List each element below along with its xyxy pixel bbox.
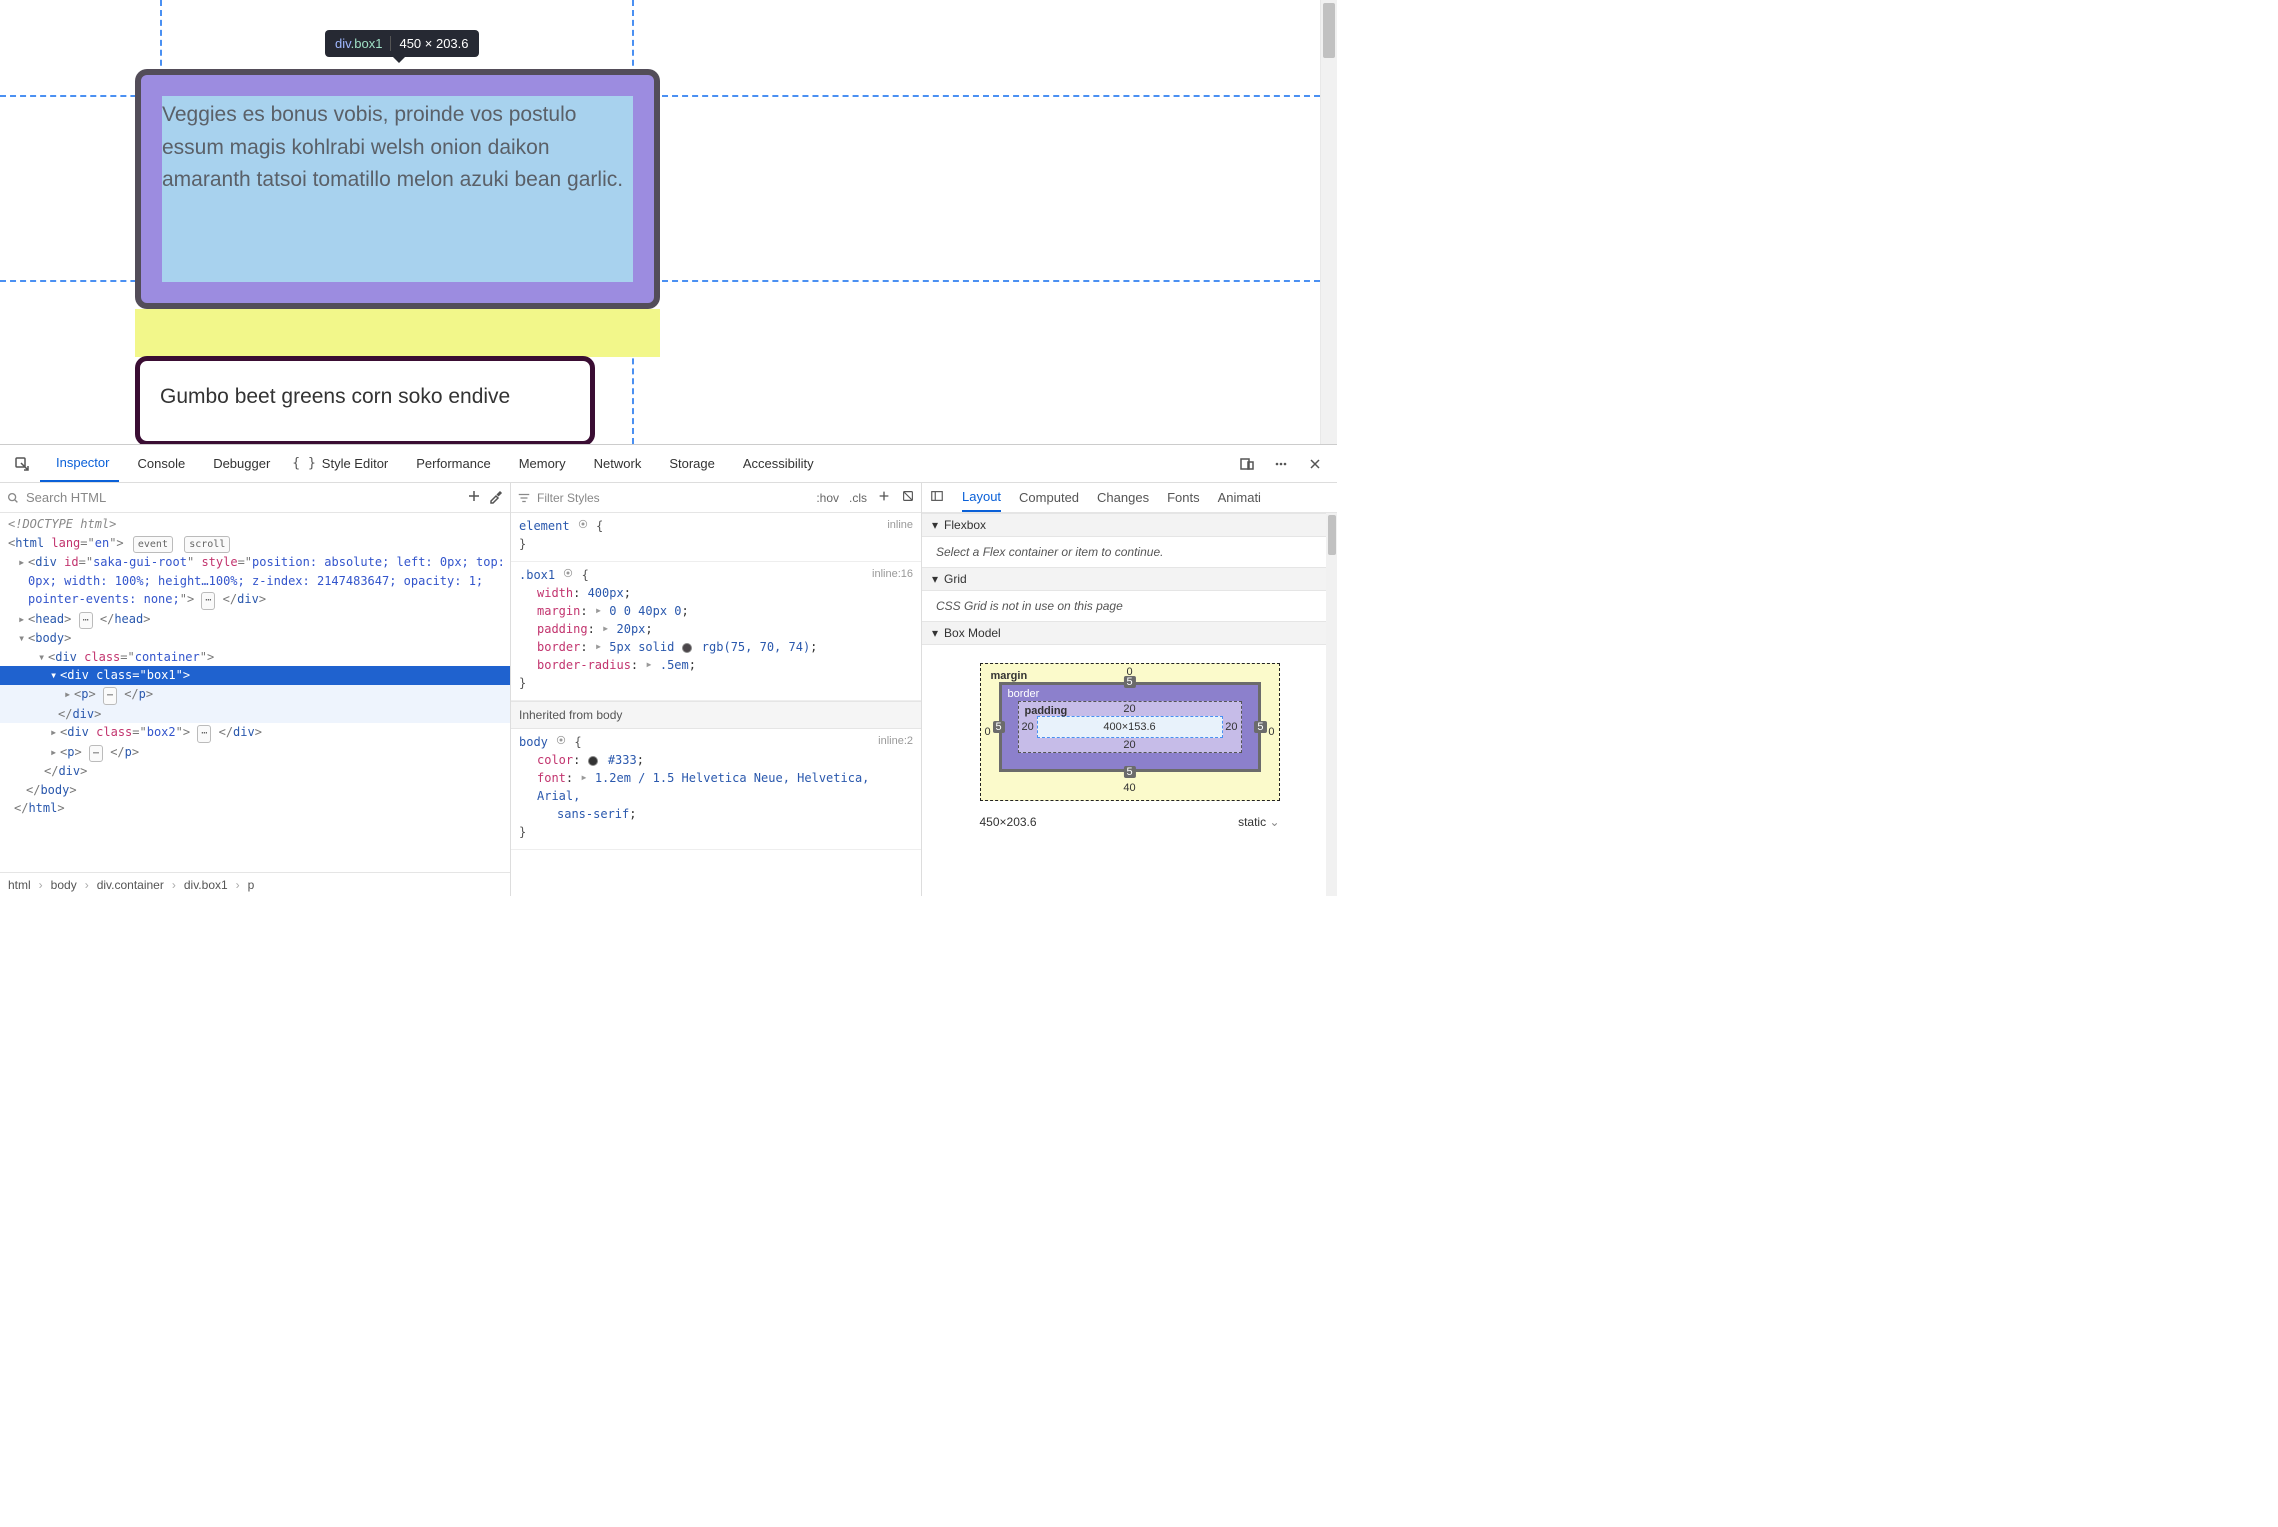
saka-node[interactable]: ▸<div id="saka-gui-root" style="position… <box>0 553 510 572</box>
rules-toolbar: Filter Styles :hov .cls <box>511 483 921 513</box>
p-node-2[interactable]: ▸<p> ⋯ </p> <box>0 743 510 763</box>
crumb-container[interactable]: div.container <box>93 878 168 892</box>
cls-toggle[interactable]: .cls <box>849 491 867 505</box>
p-node[interactable]: ▸<p> ⋯ </p> <box>0 685 510 705</box>
hov-toggle[interactable]: :hov <box>816 491 839 505</box>
grid-hint: CSS Grid is not in use on this page <box>922 591 1337 621</box>
tab-inspector[interactable]: Inspector <box>40 445 119 482</box>
grid-section-header[interactable]: ▾Grid <box>922 567 1337 591</box>
html-close[interactable]: </html> <box>0 799 510 818</box>
layout-body[interactable]: ▾Flexbox Select a Flex container or item… <box>922 513 1337 896</box>
box2-element: Gumbo beet greens corn soko endive <box>135 356 595 444</box>
close-devtools-icon[interactable] <box>1299 450 1331 478</box>
inspected-box1-overlay: Veggies es bonus vobis, proinde vos post… <box>135 69 660 309</box>
dom-search-input[interactable]: Search HTML <box>6 490 460 505</box>
pick-element-icon[interactable] <box>6 450 38 478</box>
box1-paragraph-text: Veggies es bonus vobis, proinde vos post… <box>162 99 633 197</box>
tab-console[interactable]: Console <box>121 445 195 482</box>
breadcrumbs: html› body› div.container› div.box1› p <box>0 872 510 896</box>
container-close[interactable]: </div> <box>0 762 510 781</box>
tab-style-editor[interactable]: { } Style Editor <box>282 445 398 482</box>
tab-network[interactable]: Network <box>578 445 652 482</box>
tab-storage[interactable]: Storage <box>653 445 725 482</box>
box2-node[interactable]: ▸<div class="box2"> ⋯ </div> <box>0 723 510 743</box>
devtools-tabbar: Inspector Console Debugger { } Style Edi… <box>0 445 1337 483</box>
dom-panel: Search HTML <!DOCTYPE html> <html lang="… <box>0 483 511 896</box>
dom-tree[interactable]: <!DOCTYPE html> <html lang="en"> event s… <box>0 513 510 872</box>
light-dark-icon[interactable] <box>901 489 915 506</box>
crumb-p[interactable]: p <box>244 878 259 892</box>
responsive-mode-icon[interactable] <box>1231 450 1263 478</box>
crumb-html[interactable]: html <box>4 878 35 892</box>
layout-scrollbar[interactable] <box>1326 513 1337 896</box>
toggle-sidebar-icon[interactable] <box>930 489 944 506</box>
crumb-box1[interactable]: div.box1 <box>180 878 232 892</box>
inherited-from-header: Inherited from body <box>511 701 921 729</box>
layout-tab-fonts[interactable]: Fonts <box>1167 483 1200 512</box>
box-model-size: 450×203.6 <box>980 815 1037 829</box>
container-node[interactable]: ▾<div class="container"> <box>0 648 510 667</box>
tab-debugger[interactable]: Debugger <box>197 445 280 482</box>
tab-memory[interactable]: Memory <box>503 445 576 482</box>
layout-tab-layout[interactable]: Layout <box>962 483 1001 512</box>
head-node[interactable]: ▸<head> ⋯ </head> <box>0 610 510 630</box>
filter-styles-input[interactable]: Filter Styles <box>517 491 806 505</box>
devtools: Inspector Console Debugger { } Style Edi… <box>0 444 1337 896</box>
tab-performance[interactable]: Performance <box>400 445 500 482</box>
element-tooltip: div.box1 450 × 203.6 <box>325 30 479 57</box>
layout-panel: Layout Computed Changes Fonts Animati ▾F… <box>922 483 1337 896</box>
flexbox-hint: Select a Flex container or item to conti… <box>922 537 1337 567</box>
crumb-body[interactable]: body <box>47 878 81 892</box>
box-model-section-header[interactable]: ▾Box Model <box>922 621 1337 645</box>
kebab-menu-icon[interactable] <box>1265 450 1297 478</box>
layout-tab-changes[interactable]: Changes <box>1097 483 1149 512</box>
html-node[interactable]: <html lang="en"> event scroll <box>0 534 510 554</box>
box1-node-selected[interactable]: ▾<div class="box1"> <box>0 666 510 685</box>
layout-tab-animations[interactable]: Animati <box>1218 483 1261 512</box>
new-rule-icon[interactable] <box>877 489 891 506</box>
box2-paragraph-text: Gumbo beet greens corn soko endive <box>160 381 570 414</box>
tab-accessibility[interactable]: Accessibility <box>727 445 824 482</box>
rendered-page[interactable]: Veggies es bonus vobis, proinde vos post… <box>0 0 1337 444</box>
box1-close-node[interactable]: </div> <box>0 705 510 724</box>
rule-body[interactable]: body {inline:2 color: #333; font: ▸ 1.2e… <box>511 729 921 850</box>
box-model-diagram: margin 0 0 0 40 border 5 5 5 5 <box>922 645 1337 841</box>
eyedropper-icon[interactable] <box>488 488 504 507</box>
rule-box1[interactable]: .box1 {inline:16 width: 400px; margin: ▸… <box>511 562 921 701</box>
dom-toolbar: Search HTML <box>0 483 510 513</box>
add-node-icon[interactable] <box>466 488 482 507</box>
body-node[interactable]: ▾<body> <box>0 629 510 648</box>
rule-element[interactable]: element {inline } <box>511 513 921 562</box>
rules-body[interactable]: element {inline } .box1 {inline:16 width… <box>511 513 921 896</box>
doctype-node[interactable]: <!DOCTYPE html> <box>8 517 116 531</box>
body-close[interactable]: </body> <box>0 781 510 800</box>
page-scrollbar-vertical[interactable] <box>1320 0 1337 444</box>
layout-toolbar: Layout Computed Changes Fonts Animati <box>922 483 1337 513</box>
layout-tab-computed[interactable]: Computed <box>1019 483 1079 512</box>
flexbox-section-header[interactable]: ▾Flexbox <box>922 513 1337 537</box>
position-select[interactable]: static ⌄ <box>1238 815 1279 829</box>
rules-panel: Filter Styles :hov .cls element {inline … <box>511 483 922 896</box>
